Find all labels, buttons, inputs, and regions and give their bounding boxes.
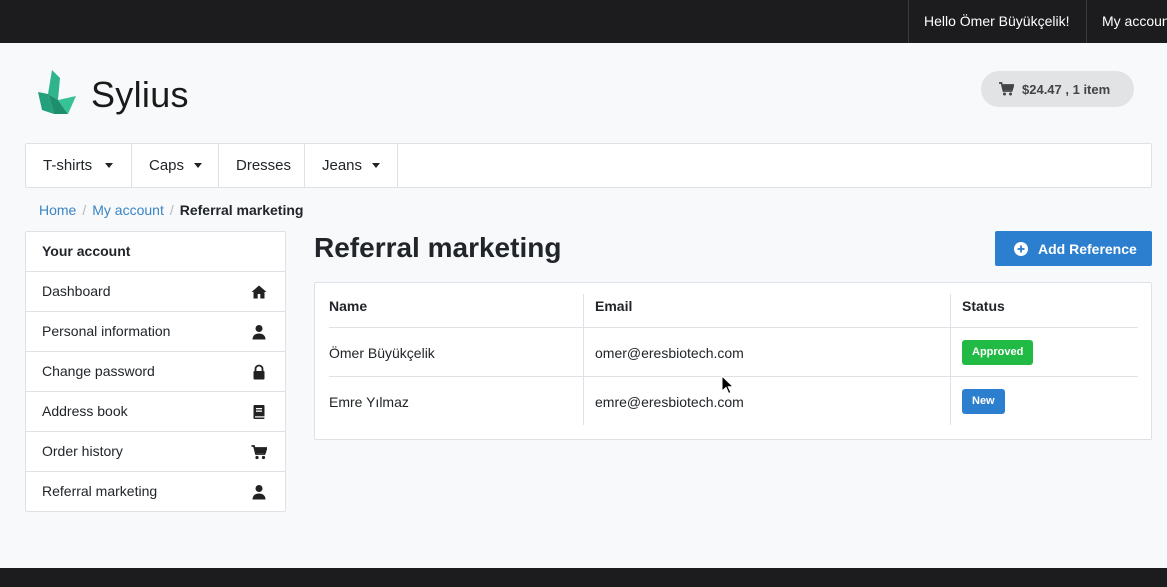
- logo-text: Sylius: [91, 74, 189, 115]
- my-account-link[interactable]: My account: [1086, 0, 1167, 43]
- sidebar-header: Your account: [26, 232, 285, 272]
- column-header-email: Email: [595, 298, 633, 314]
- user-icon: [252, 485, 266, 500]
- sidebar-item-personal-information[interactable]: Personal information: [26, 312, 285, 352]
- caret-down-icon: [372, 163, 380, 168]
- sidebar-item-dashboard[interactable]: Dashboard: [26, 272, 285, 312]
- book-icon: [253, 405, 265, 419]
- add-reference-label: Add Reference: [1038, 240, 1137, 257]
- lock-icon: [253, 364, 265, 380]
- cell-name: Ömer Büyükçelik: [329, 345, 435, 361]
- breadcrumb-home[interactable]: Home: [39, 202, 76, 218]
- cart-icon: [251, 445, 267, 460]
- caret-down-icon: [105, 163, 113, 168]
- sylius-swan-icon: [38, 70, 76, 114]
- cell-email: emre@eresbiotech.com: [595, 394, 744, 410]
- user-icon: [252, 325, 266, 340]
- sidebar-item-label: Referral marketing: [42, 483, 158, 499]
- cart-button[interactable]: $24.47 , 1 item: [981, 71, 1134, 107]
- account-sidebar: Your account Dashboard Personal informat…: [25, 231, 286, 512]
- cell-name: Emre Yılmaz: [329, 394, 409, 410]
- sidebar-item-label: Change password: [42, 363, 155, 379]
- status-badge: New: [962, 389, 1005, 414]
- breadcrumb-separator: /: [169, 202, 174, 218]
- sidebar-item-change-password[interactable]: Change password: [26, 352, 285, 392]
- column-divider: [950, 294, 951, 425]
- header-divider: [329, 327, 1138, 328]
- breadcrumb-separator: /: [82, 202, 87, 218]
- sidebar-item-order-history[interactable]: Order history: [26, 432, 285, 472]
- home-icon: [251, 285, 267, 299]
- column-header-status: Status: [962, 298, 1005, 314]
- category-menu: T-shirts Caps Dresses Jeans: [25, 143, 1152, 188]
- menu-item-label: T-shirts: [43, 157, 93, 174]
- references-table: Name Email Status Ömer Büyükçelik omer@e…: [314, 282, 1152, 440]
- cell-email: omer@eresbiotech.com: [595, 345, 744, 361]
- plus-circle-icon: [1014, 241, 1028, 256]
- status-badge: Approved: [962, 340, 1034, 365]
- sidebar-item-referral-marketing[interactable]: Referral marketing: [26, 472, 285, 512]
- mouse-cursor-icon: [721, 375, 735, 395]
- sidebar-item-label: Order history: [42, 443, 123, 459]
- footer: [0, 568, 1167, 587]
- add-reference-button[interactable]: Add Reference: [995, 231, 1152, 266]
- menu-item-label: Dresses: [236, 157, 292, 174]
- page-title: Referral marketing: [314, 232, 562, 263]
- sidebar-item-label: Dashboard: [42, 283, 111, 299]
- cart-summary: $24.47 , 1 item: [1022, 81, 1111, 97]
- menu-item-jeans[interactable]: Jeans: [305, 144, 398, 187]
- sidebar-item-address-book[interactable]: Address book: [26, 392, 285, 432]
- sidebar-item-label: Address book: [42, 403, 128, 419]
- user-greeting: Hello Ömer Büyükçelik!: [908, 0, 1086, 43]
- menu-item-dresses[interactable]: Dresses: [219, 144, 305, 187]
- menu-item-label: Caps: [149, 157, 185, 174]
- column-header-name: Name: [329, 298, 368, 314]
- cart-icon: [999, 82, 1014, 96]
- column-divider: [583, 294, 584, 425]
- menu-item-caps[interactable]: Caps: [132, 144, 219, 187]
- menu-item-tshirts[interactable]: T-shirts: [26, 144, 132, 187]
- menu-item-label: Jeans: [322, 157, 363, 174]
- breadcrumb-current: Referral marketing: [179, 202, 304, 218]
- sidebar-item-label: Personal information: [42, 323, 171, 339]
- breadcrumb-account[interactable]: My account: [92, 202, 164, 218]
- caret-down-icon: [194, 163, 202, 168]
- top-bar: Hello Ömer Büyükçelik! My account: [0, 0, 1167, 43]
- breadcrumb: Home / My account / Referral marketing: [39, 201, 303, 219]
- sylius-logo[interactable]: Sylius: [38, 70, 198, 118]
